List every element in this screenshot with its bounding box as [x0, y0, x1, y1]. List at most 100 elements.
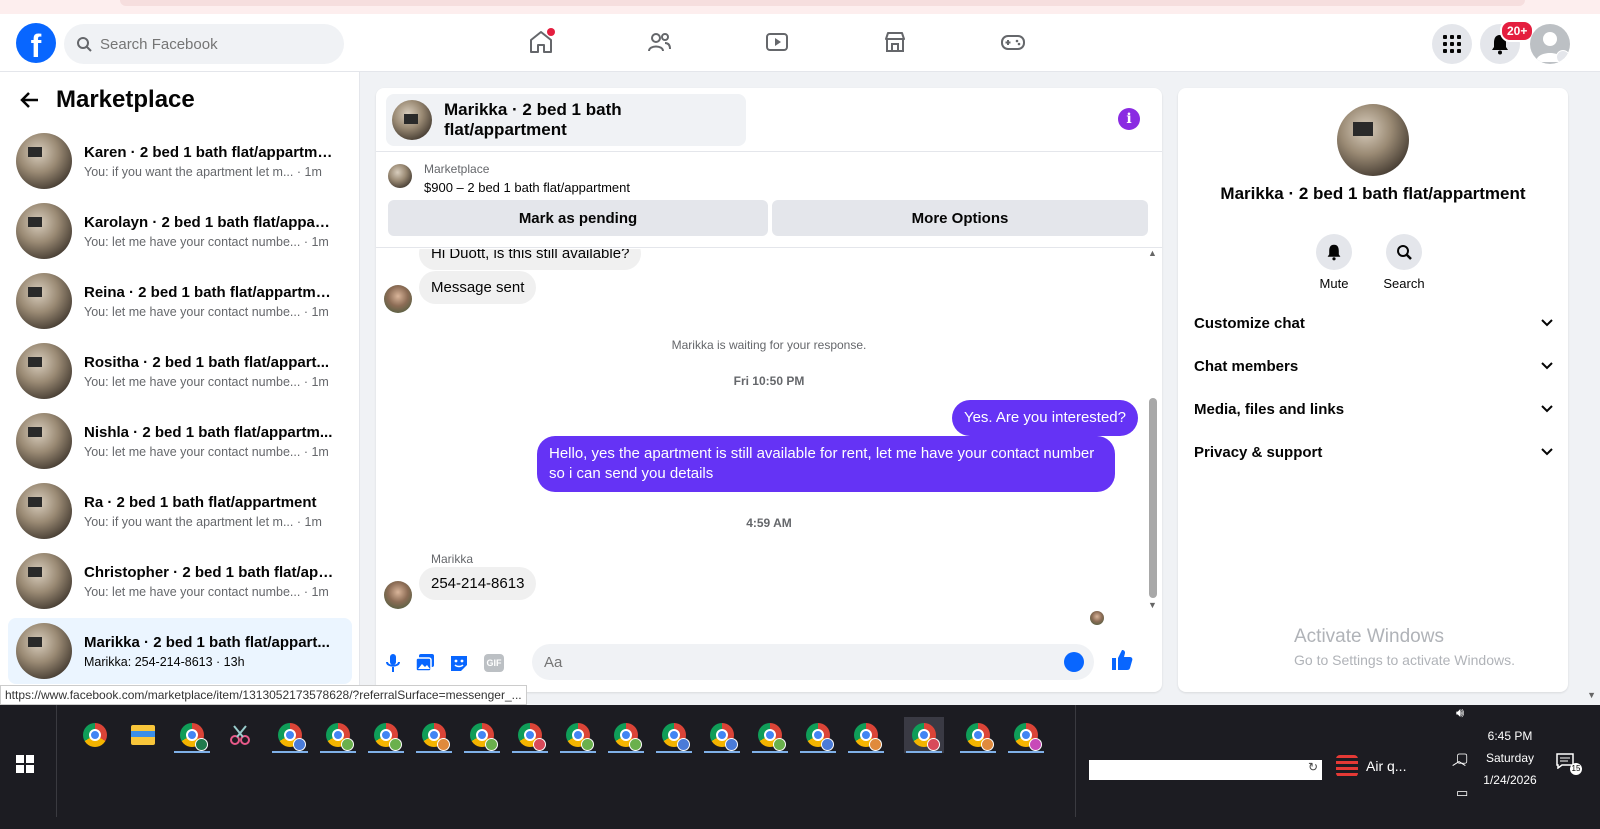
system-clock[interactable]: 6:45 PM Saturday 1/24/2026: [1470, 725, 1550, 791]
profile-badge-icon: [195, 738, 208, 751]
taskbar-separator: [56, 705, 57, 817]
chrome-profile-app-active[interactable]: [904, 717, 944, 753]
taskbar-separator: [1075, 705, 1076, 817]
chrome-icon: [518, 723, 546, 751]
accordion-label: Media, files and links: [1194, 400, 1345, 418]
chrome-profile-app[interactable]: [798, 717, 838, 753]
chevron-down-icon: [1541, 362, 1553, 370]
message-input-box[interactable]: [532, 644, 1094, 680]
watch-icon[interactable]: [761, 26, 793, 58]
chrome-profile-app[interactable]: [366, 717, 406, 753]
windows-start-icon[interactable]: [16, 755, 34, 773]
sticker-icon[interactable]: [448, 652, 470, 674]
mark-as-pending-button[interactable]: Mark as pending: [388, 200, 768, 236]
message-input[interactable]: [544, 653, 1044, 671]
listing-thumbnail: [16, 483, 72, 539]
conversation-item[interactable]: Karolayn · 2 bed 1 bath flat/appart... Y…: [8, 198, 352, 264]
listing-thumbnail: [16, 553, 72, 609]
conversation-preview: You: let me have your contact numbe...: [84, 374, 301, 389]
notifications-button[interactable]: 20+: [1480, 20, 1535, 64]
chrome-profile-app[interactable]: [414, 717, 454, 753]
message-scrollbar[interactable]: ▲ ▼: [1148, 248, 1158, 628]
scroll-up-arrow[interactable]: ▲: [1148, 248, 1157, 258]
conversation-item[interactable]: Christopher · 2 bed 1 bath flat/app... Y…: [8, 548, 352, 614]
mute-label: Mute: [1319, 276, 1349, 291]
chrome-profile-app[interactable]: [1006, 717, 1046, 753]
profile-badge-icon: [1029, 738, 1042, 751]
chrome-profile-app[interactable]: [510, 717, 550, 753]
snipping-tool-app[interactable]: [220, 717, 260, 753]
air-quality-widget[interactable]: Air q...: [1336, 755, 1406, 777]
accordion-media-files-links[interactable]: Media, files and links: [1194, 389, 1554, 429]
conversation-item[interactable]: Rositha · 2 bed 1 bath flat/appart... Yo…: [8, 338, 352, 404]
taskbar-address-box[interactable]: ▼: [1089, 760, 1321, 780]
chrome-app[interactable]: [75, 717, 115, 753]
chrome-profile-app[interactable]: [462, 717, 502, 753]
chrome-icon: [662, 723, 690, 751]
account-avatar[interactable]: [1530, 24, 1570, 64]
chrome-profile-app[interactable]: [702, 717, 742, 753]
gaming-icon[interactable]: [997, 26, 1029, 58]
microphone-icon[interactable]: [382, 652, 404, 674]
search-input[interactable]: [100, 35, 320, 53]
outgoing-message: Hello, yes the apartment is still availa…: [537, 436, 1115, 492]
emoji-icon[interactable]: [1064, 652, 1084, 672]
chat-title-button[interactable]: Marikka · 2 bed 1 bath flat/appartment: [386, 94, 746, 146]
more-options-button[interactable]: More Options: [772, 200, 1148, 236]
accordion-chat-members[interactable]: Chat members: [1194, 346, 1554, 386]
home-icon[interactable]: [525, 26, 557, 58]
file-explorer-app[interactable]: [123, 717, 163, 753]
accordion-label: Privacy & support: [1194, 443, 1323, 461]
marketplace-icon[interactable]: [879, 26, 911, 58]
chrome-icon: [966, 723, 994, 751]
refresh-icon[interactable]: ↻: [1304, 760, 1322, 780]
conversation-time: · 1m: [303, 584, 329, 599]
message-list: Hi Duott, is this still available? Messa…: [376, 249, 1162, 634]
page-scroll-down-arrow[interactable]: ▼: [1587, 690, 1596, 700]
conversation-item[interactable]: Ra · 2 bed 1 bath flat/appartment You: i…: [8, 478, 352, 544]
chevron-down-icon[interactable]: [1556, 50, 1570, 64]
accordion-customize-chat[interactable]: Customize chat: [1194, 303, 1554, 343]
clock-day: Saturday: [1485, 751, 1535, 765]
back-arrow-icon[interactable]: [20, 90, 40, 110]
gif-icon[interactable]: GIF: [484, 654, 504, 672]
search-action[interactable]: Search: [1374, 234, 1434, 291]
accordion-privacy-support[interactable]: Privacy & support: [1194, 432, 1554, 472]
search-bar[interactable]: [64, 24, 344, 64]
listing-price[interactable]: $900 – 2 bed 1 bath flat/appartment: [424, 180, 630, 195]
chrome-profile-app[interactable]: [750, 717, 790, 753]
chrome-profile-app[interactable]: [654, 717, 694, 753]
chrome-profile-app[interactable]: [606, 717, 646, 753]
chrome-profile-app[interactable]: [270, 717, 310, 753]
chrome-profile-app[interactable]: [558, 717, 598, 753]
menu-grid-icon[interactable]: [1432, 24, 1472, 64]
info-title: Marikka · 2 bed 1 bath flat/appartment: [1220, 184, 1526, 203]
watermark-title: Activate Windows: [1294, 626, 1444, 647]
conversation-item-active[interactable]: Marikka · 2 bed 1 bath flat/appart... Ma…: [8, 618, 352, 684]
chat-panel: Marikka · 2 bed 1 bath flat/appartment i…: [376, 88, 1162, 692]
info-icon[interactable]: i: [1118, 108, 1140, 130]
facebook-logo[interactable]: f: [16, 23, 56, 64]
page-title: Marketplace: [56, 86, 195, 113]
photo-icon[interactable]: [414, 652, 436, 674]
scroll-down-arrow[interactable]: ▼: [1148, 600, 1157, 610]
meet-icon[interactable]: ▢: [1456, 750, 1468, 766]
conversation-item[interactable]: Reina · 2 bed 1 bath flat/appartment You…: [8, 268, 352, 334]
network-icon[interactable]: ▭: [1456, 785, 1468, 801]
scrollbar-thumb[interactable]: [1149, 398, 1157, 598]
thumbs-up-icon[interactable]: [1110, 648, 1134, 677]
action-center-button[interactable]: 15: [1556, 753, 1582, 775]
listing-thumbnail[interactable]: [388, 164, 412, 188]
timestamp-divider: 4:59 AM: [746, 516, 792, 530]
chrome-profile-app[interactable]: [172, 717, 212, 753]
conversation-time: · 13h: [216, 654, 245, 669]
chevron-down-icon: [1541, 405, 1553, 413]
volume-icon[interactable]: 🔊︎: [1456, 705, 1464, 721]
conversation-item[interactable]: Karen · 2 bed 1 bath flat/appartment You…: [8, 128, 352, 194]
chrome-profile-app[interactable]: [846, 717, 886, 753]
conversation-item[interactable]: Nishla · 2 bed 1 bath flat/appartm... Yo…: [8, 408, 352, 474]
mute-action[interactable]: Mute: [1304, 234, 1364, 291]
friends-icon[interactable]: [643, 26, 675, 58]
chrome-profile-app[interactable]: [318, 717, 358, 753]
chrome-profile-app[interactable]: [958, 717, 998, 753]
